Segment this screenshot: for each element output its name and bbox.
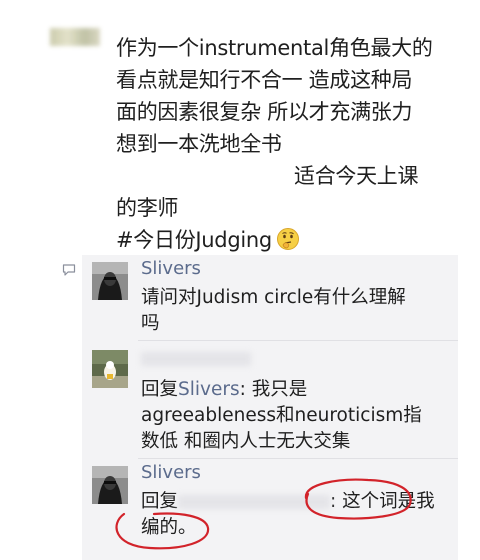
comment-author[interactable]: Slivers bbox=[141, 462, 201, 483]
avatar[interactable] bbox=[92, 350, 128, 388]
comment-line: 回复Slivers: 我只是 bbox=[141, 377, 422, 403]
reply-target[interactable]: Slivers bbox=[178, 379, 240, 400]
post-line: 面的因素很复杂 所以才充满张力 bbox=[116, 100, 413, 124]
reply-prefix: 回复 bbox=[141, 379, 179, 400]
blurred-author-name bbox=[141, 352, 251, 366]
post-line-hashtag: #今日份Judging bbox=[116, 224, 436, 256]
comment-line: agreeableness和neuroticism指 bbox=[141, 405, 422, 426]
reply-colon: : bbox=[330, 491, 337, 512]
blurred-reply-target bbox=[178, 495, 331, 509]
post-line: 看点就是知行不合一 造成这种局 bbox=[116, 68, 413, 92]
comment-bubble-icon[interactable] bbox=[62, 264, 76, 276]
comment-line: 编的。 bbox=[141, 517, 197, 538]
post-content: 作为一个instrumental角色最大的 看点就是知行不合一 造成这种局 面的… bbox=[116, 32, 436, 256]
comment-divider bbox=[138, 340, 458, 341]
comment-line: 吗 bbox=[141, 313, 160, 334]
post-author-avatar[interactable] bbox=[50, 28, 100, 46]
comment-divider bbox=[138, 458, 458, 459]
post-line: 的李师 bbox=[116, 196, 179, 220]
thinking-face-icon bbox=[276, 228, 299, 250]
reply-prefix: 回复 bbox=[141, 491, 179, 512]
post-line: 想到一本洗地全书 bbox=[116, 132, 282, 156]
comment-text: 请问对Judism circle有什么理解 吗 bbox=[141, 285, 406, 337]
comment-line: 数低 和圈内人士无大交集 bbox=[141, 431, 351, 452]
avatar[interactable] bbox=[92, 262, 128, 300]
comment-text: 回复: 这个词是我 编的。 bbox=[141, 489, 435, 541]
reply-colon: : bbox=[239, 379, 246, 400]
avatar[interactable] bbox=[92, 466, 128, 504]
comment-author[interactable]: Slivers bbox=[141, 258, 201, 279]
comment-line: 请问对Judism circle有什么理解 bbox=[141, 287, 406, 308]
comment-line-text: 我只是 bbox=[251, 379, 308, 400]
highlight-text: 这个词是我 bbox=[342, 491, 435, 512]
comment-text: 回复Slivers: 我只是 agreeableness和neuroticism… bbox=[141, 377, 422, 455]
comment-line: 回复: 这个词是我 bbox=[141, 489, 435, 515]
hashtag-text[interactable]: #今日份Judging bbox=[116, 228, 272, 252]
post-line: 适合今天上课 bbox=[294, 164, 419, 188]
post-line: 作为一个instrumental角色最大的 bbox=[116, 36, 433, 60]
